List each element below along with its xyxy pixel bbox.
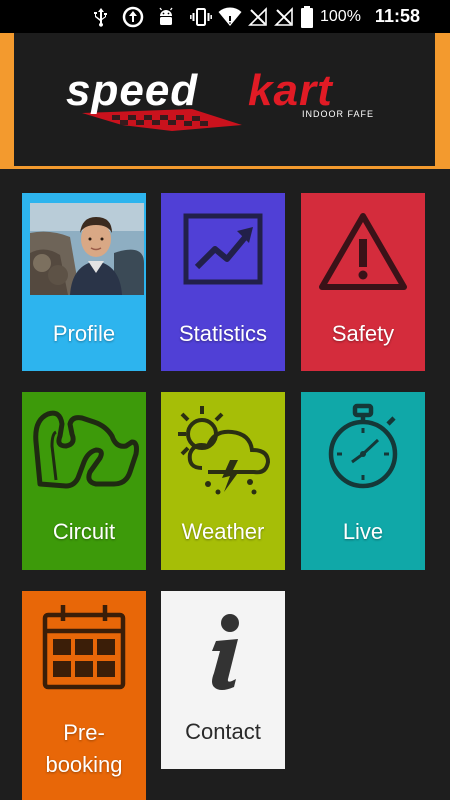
weather-icon (178, 406, 271, 495)
tile-statistics[interactable]: Statistics (161, 193, 285, 371)
profile-photo (30, 203, 144, 295)
tile-statistics-label: Statistics (178, 321, 268, 346)
tile-safety[interactable]: Safety (301, 193, 425, 371)
app-header: speed kart INDOOR FAFE (0, 33, 450, 169)
clock: 11:58 (374, 6, 420, 26)
chart-icon (183, 213, 263, 285)
tile-contact[interactable]: Contact (161, 591, 285, 769)
tile-circuit[interactable]: Circuit (22, 392, 146, 570)
usb-icon (94, 7, 107, 27)
tile-pre-booking[interactable]: Pre- booking (22, 591, 146, 800)
header-accent-line (0, 166, 450, 169)
logo-speed-text: speed (66, 66, 198, 115)
wifi-icon (218, 7, 242, 26)
tile-live[interactable]: Live (301, 392, 425, 570)
status-bar: 100% 11:58 (0, 0, 450, 33)
tile-pre-booking-label-line-2: booking (45, 752, 123, 777)
sync-icon (122, 6, 144, 27)
warning-icon (319, 213, 407, 290)
track-icon (33, 410, 139, 489)
tile-circuit-label: Circuit (52, 519, 116, 544)
speedkart-logo: speed kart INDOOR FAFE (52, 65, 412, 150)
tile-pre-booking-label: Pre- booking (22, 717, 146, 781)
logo-kart-text: kart (248, 66, 334, 115)
calendar-icon (42, 605, 126, 690)
header-logo-panel: speed kart INDOOR FAFE (14, 33, 435, 166)
tile-weather[interactable]: Weather (161, 392, 285, 570)
battery-icon (301, 5, 313, 28)
tile-contact-label: Contact (185, 719, 261, 744)
no-sim-icon (274, 6, 293, 26)
no-sim-icon (248, 6, 267, 26)
tile-profile-label: Profile (52, 321, 116, 346)
battery-percent: 100% (320, 7, 361, 25)
tile-safety-label: Safety (331, 321, 395, 346)
tile-profile[interactable]: Profile (22, 193, 146, 371)
tile-weather-label: Weather (181, 519, 265, 544)
tile-live-label: Live (342, 519, 384, 544)
stopwatch-icon (328, 403, 398, 489)
info-icon (212, 614, 239, 690)
tile-pre-booking-label-line-1: Pre- (63, 720, 105, 745)
vibrate-icon (190, 7, 212, 26)
android-icon (159, 7, 173, 25)
logo-subtext: INDOOR FAFE (302, 109, 374, 119)
